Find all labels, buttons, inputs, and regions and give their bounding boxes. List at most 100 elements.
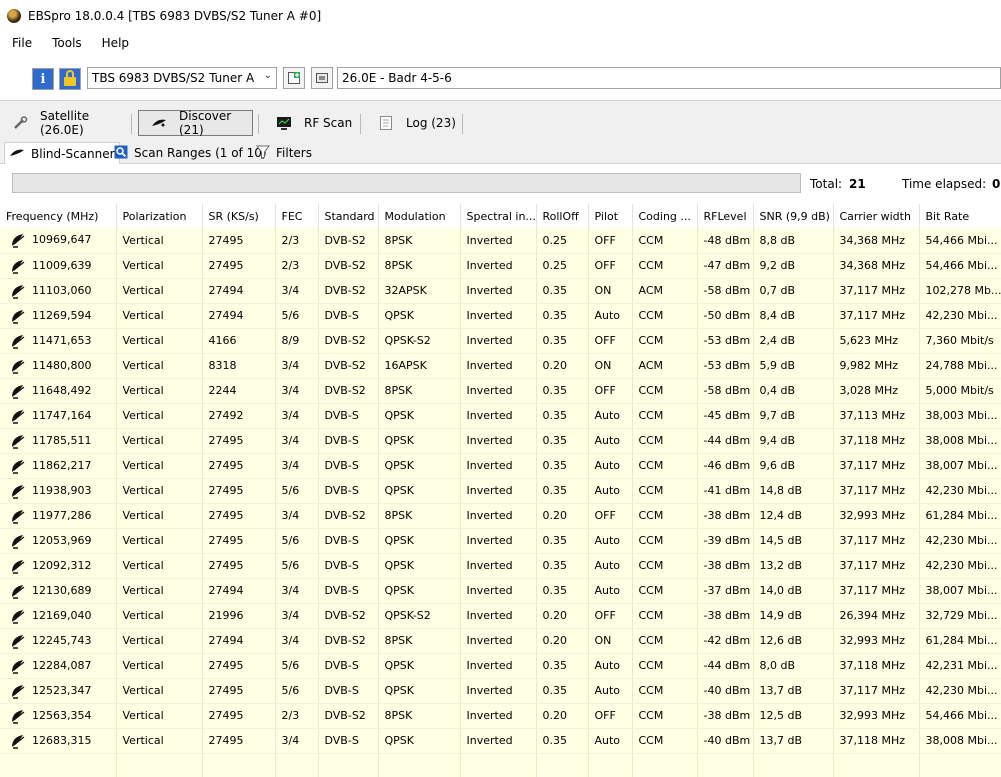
menu-file[interactable]: File (0, 36, 40, 50)
column-header[interactable]: SNR (9,9 dB) (753, 204, 834, 228)
table-row[interactable]: 11938,903 Vertical 27495 5/6 DVB-S QPSK Invert… (0, 478, 1001, 504)
table-cell: -42 dBm (697, 628, 754, 654)
table-row[interactable]: 11862,217 Vertical 27495 3/4 DVB-S QPSK Invert… (0, 453, 1001, 479)
table-cell: 27495 (202, 553, 276, 579)
satellite-dish-icon (12, 384, 25, 399)
table-cell: Inverted (460, 403, 537, 429)
frequency-value: 12130,689 (32, 583, 92, 597)
table-cell: Inverted (460, 353, 537, 379)
table-row[interactable]: 11009,639 Vertical 27495 2/3 DVB-S2 8PSK Inver… (0, 253, 1001, 279)
title-bar: EBSpro 18.0.0.4 [TBS 6983 DVBS/S2 Tuner … (0, 0, 1001, 32)
table-row[interactable]: 12563,354 Vertical 27495 2/3 DVB-S2 8PSK Inver… (0, 703, 1001, 729)
column-header[interactable]: Modulation (378, 204, 461, 228)
table-cell: CCM (632, 478, 698, 504)
table-cell: Vertical (116, 253, 203, 279)
tab-discover[interactable]: Discover (21) (138, 109, 253, 137)
table-row[interactable]: 11747,164 Vertical 27492 3/4 DVB-S QPSK Invert… (0, 403, 1001, 429)
table-cell: DVB-S2 (318, 703, 379, 729)
tuner-select[interactable]: TBS 6983 DVBS/S2 Tuner A ⌄ (87, 67, 277, 89)
table-row[interactable]: 11977,286 Vertical 27495 3/4 DVB-S2 8PSK Inver… (0, 503, 1001, 529)
empty-cell (116, 753, 203, 777)
tab-satellite[interactable]: Satellite (26.0E) (10, 109, 130, 137)
table-row[interactable]: 12683,315 Vertical 27495 3/4 DVB-S QPSK Invert… (0, 728, 1001, 754)
column-header[interactable]: Carrier width (833, 204, 920, 228)
menu-tools[interactable]: Tools (40, 36, 90, 50)
table-row[interactable]: 12245,743 Vertical 27494 3/4 DVB-S2 8PSK Inver… (0, 628, 1001, 654)
column-header[interactable]: Bit Rate (919, 204, 1001, 228)
frequency-value: 11480,800 (32, 358, 92, 372)
table-cell: 27495 (202, 503, 276, 529)
menu-help[interactable]: Help (90, 36, 137, 50)
column-header[interactable]: Coding ... (632, 204, 698, 228)
sub-tab-bar: Blind-Scanner Scan Ranges (1 of 10) Filt… (0, 140, 1001, 164)
tab-filters[interactable]: Filters (252, 142, 316, 164)
results-grid[interactable]: Frequency (MHz) Polarization SR (KS/s) FEC S… (0, 204, 1001, 777)
column-header[interactable]: Standard (318, 204, 379, 228)
frequency-value: 11103,060 (32, 283, 92, 297)
table-cell: 37,117 MHz (833, 528, 920, 554)
table-cell: 37,117 MHz (833, 678, 920, 704)
column-header[interactable]: Polarization (116, 204, 203, 228)
satellite-dish-icon (12, 234, 25, 248)
table-cell: 38,003 Mbi... (919, 403, 1001, 429)
table-cell: DVB-S2 (318, 603, 379, 629)
table-row[interactable]: 12284,087 Vertical 27495 5/6 DVB-S QPSK Invert… (0, 653, 1001, 679)
tab-log[interactable]: Log (23) (378, 110, 458, 136)
table-cell: 27494 (202, 578, 276, 604)
table-cell: QPSK (378, 303, 461, 329)
empty-cell (632, 753, 698, 777)
table-row[interactable]: 11648,492 Vertical 2244 3/4 DVB-S2 8PSK Invert… (0, 378, 1001, 404)
table-row[interactable]: 12169,040 Vertical 21996 3/4 DVB-S2 QPSK-S2 In… (0, 603, 1001, 629)
menu-bar: File Tools Help (0, 32, 1001, 54)
table-cell: Inverted (460, 528, 537, 554)
table-cell: 8PSK (378, 703, 461, 729)
table-row[interactable]: 12053,969 Vertical 27495 5/6 DVB-S QPSK Invert… (0, 528, 1001, 554)
table-cell: 14,8 dB (753, 478, 834, 504)
table-cell: Inverted (460, 678, 537, 704)
add-file-icon (288, 72, 300, 84)
satellite-dish-icon (12, 634, 25, 649)
table-row[interactable]: 10969,647 Vertical 27495 2/3 DVB-S2 8PSK Inver… (0, 228, 1001, 254)
satellite-field[interactable]: 26.0E - Badr 4-5-6 (337, 67, 1001, 89)
frequency-cell: 11648,492 (0, 378, 117, 404)
column-header[interactable]: SR (KS/s) (202, 204, 276, 228)
tab-discover-label: Discover (21) (179, 109, 232, 137)
info-button[interactable]: i (32, 68, 54, 90)
table-cell: 8/9 (275, 328, 319, 354)
table-cell: Inverted (460, 278, 537, 304)
table-row[interactable]: 12092,312 Vertical 27495 5/6 DVB-S QPSK Invert… (0, 553, 1001, 579)
table-cell: 12,6 dB (753, 628, 834, 654)
tab-blind-scanner[interactable]: Blind-Scanner (4, 142, 120, 164)
table-cell: 0.35 (536, 478, 589, 504)
table-cell: 27495 (202, 653, 276, 679)
table-row[interactable]: 11103,060 Vertical 27494 3/4 DVB-S2 32APSK Inv… (0, 278, 1001, 304)
table-row[interactable]: 11480,800 Vertical 8318 3/4 DVB-S2 16APSK Inve… (0, 353, 1001, 379)
table-row[interactable]: 12523,347 Vertical 27495 5/6 DVB-S QPSK Invert… (0, 678, 1001, 704)
table-cell: 3/4 (275, 603, 319, 629)
table-cell: 3/4 (275, 378, 319, 404)
table-row[interactable]: 12130,689 Vertical 27494 3/4 DVB-S QPSK Invert… (0, 578, 1001, 604)
tab-rf-scan[interactable]: RF Scan (276, 110, 356, 136)
table-cell: DVB-S2 (318, 228, 379, 254)
table-cell: Vertical (116, 653, 203, 679)
table-row[interactable]: 11269,594 Vertical 27494 5/6 DVB-S QPSK Invert… (0, 303, 1001, 329)
tab-scan-ranges[interactable]: Scan Ranges (1 of 10) (110, 142, 271, 164)
table-cell: 37,118 MHz (833, 428, 920, 454)
sat-settings-button[interactable] (311, 67, 333, 89)
column-header[interactable]: Pilot (588, 204, 633, 228)
column-header[interactable]: FEC (275, 204, 319, 228)
table-cell: 0.20 (536, 503, 589, 529)
table-cell: QPSK (378, 453, 461, 479)
column-header[interactable]: Frequency (MHz) (0, 204, 117, 228)
column-header[interactable]: Spectral in... (460, 204, 537, 228)
add-transponder-button[interactable] (283, 67, 305, 89)
empty-cell (919, 753, 1001, 777)
table-row[interactable]: 11785,511 Vertical 27495 3/4 DVB-S QPSK Invert… (0, 428, 1001, 454)
frequency-cell: 12284,087 (0, 653, 117, 679)
table-cell: 16APSK (378, 353, 461, 379)
lock-button[interactable] (59, 68, 81, 90)
frequency-cell: 12092,312 (0, 553, 117, 579)
table-row[interactable]: 11471,653 Vertical 4166 8/9 DVB-S2 QPSK-S2 Inv… (0, 328, 1001, 354)
column-header[interactable]: RFLevel (697, 204, 754, 228)
column-header[interactable]: RollOff (536, 204, 589, 228)
